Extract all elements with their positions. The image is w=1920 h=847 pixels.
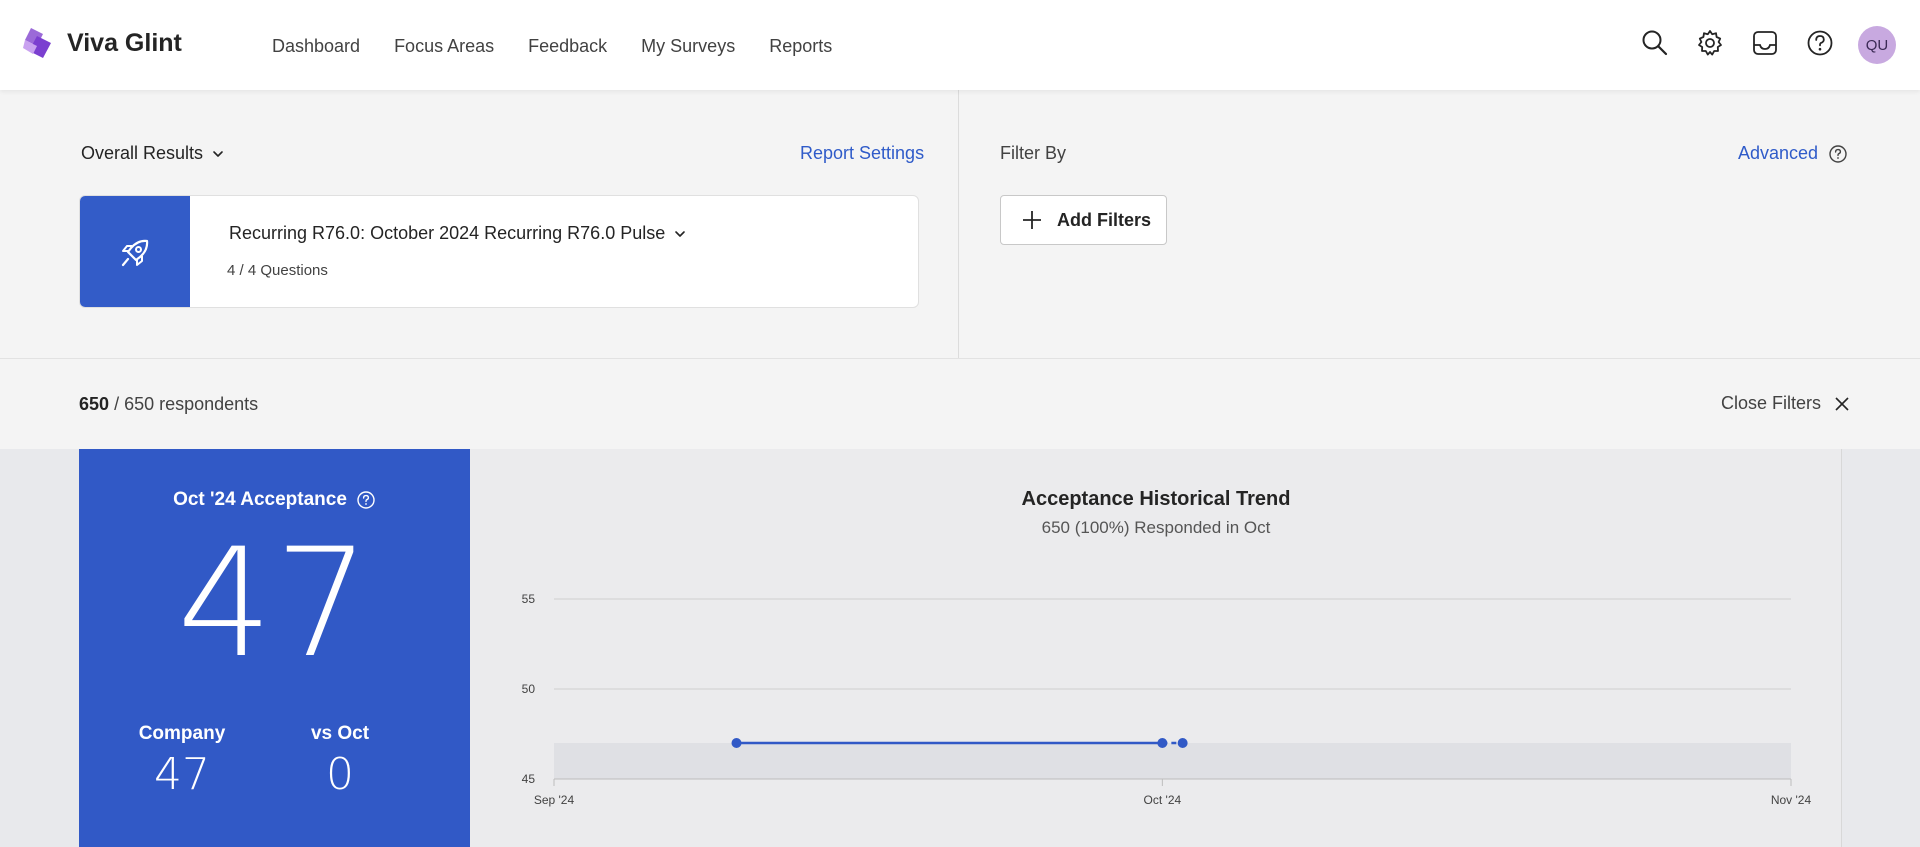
survey-selector-card[interactable]: Recurring R76.0: October 2024 Recurring … [79, 195, 919, 308]
x-tick-label: Sep '24 [534, 793, 575, 807]
nav-my-surveys[interactable]: My Surveys [641, 36, 735, 57]
vs-stat: vs Oct 0 [311, 723, 369, 800]
inbox-icon[interactable] [1750, 28, 1780, 58]
survey-title[interactable]: Recurring R76.0: October 2024 Recurring … [229, 223, 689, 244]
gear-icon[interactable] [1695, 28, 1725, 58]
y-tick-label: 55 [522, 592, 536, 606]
close-filters-button[interactable]: Close Filters [1721, 393, 1851, 414]
overall-results-dropdown[interactable]: Overall Results [81, 143, 227, 164]
score-title: Oct '24 Acceptance [79, 489, 470, 511]
chevron-down-icon [213, 150, 223, 157]
x-tick-label: Oct '24 [1144, 793, 1182, 807]
trend-chart-card: Acceptance Historical Trend 650 (100%) R… [470, 449, 1842, 847]
survey-title-text: Recurring R76.0: October 2024 Recurring … [229, 223, 666, 243]
app-name: Viva Glint [67, 28, 182, 57]
company-value: 47 [153, 749, 210, 800]
respondents-bar: 650 / 650 respondents Close Filters [0, 358, 1920, 449]
viva-glint-logo-icon [23, 28, 51, 58]
chart-band [554, 743, 1791, 779]
data-point [731, 738, 742, 748]
main-nav: Dashboard Focus Areas Feedback My Survey… [272, 36, 866, 57]
top-navigation-bar: Viva Glint Dashboard Focus Areas Feedbac… [0, 0, 1920, 90]
score-card: Oct '24 Acceptance 47 Company 47 vs Oct … [79, 449, 470, 847]
x-tick-label: Nov '24 [1771, 793, 1812, 807]
panel-divider [958, 90, 959, 358]
add-filters-button[interactable]: Add Filters [1000, 195, 1167, 245]
data-point [1157, 738, 1168, 748]
advanced-label: Advanced [1738, 143, 1819, 163]
help-icon[interactable] [1828, 144, 1848, 164]
survey-icon-box [80, 196, 190, 307]
plus-icon [1023, 211, 1041, 229]
vs-label: vs Oct [310, 723, 370, 744]
brand[interactable]: Viva Glint [21, 26, 182, 60]
company-stat: Company 47 [139, 723, 226, 800]
respondents-count: 650 / 650 respondents [79, 394, 258, 415]
chevron-down-icon [675, 230, 686, 237]
rocket-icon [121, 239, 149, 266]
advanced-filters-link[interactable]: Advanced [1738, 143, 1848, 164]
score-value: 47 [177, 517, 372, 691]
nav-dashboard[interactable]: Dashboard [272, 36, 360, 57]
overall-results-label: Overall Results [81, 143, 204, 163]
trend-chart: 45 50 55 Sep '24 Oct '24 Nov '24 [522, 592, 1812, 807]
score-title-text: Oct '24 Acceptance [173, 489, 347, 510]
respondents-total: / 650 respondents [114, 394, 259, 414]
y-tick-label: 45 [522, 772, 536, 786]
company-label: Company [138, 723, 226, 744]
respondents-number: 650 [79, 394, 110, 414]
survey-question-count: 4 / 4 Questions [227, 262, 328, 279]
nav-focus-areas[interactable]: Focus Areas [394, 36, 494, 57]
close-filters-label: Close Filters [1721, 393, 1822, 413]
nav-feedback[interactable]: Feedback [528, 36, 607, 57]
help-icon[interactable] [1805, 28, 1835, 58]
y-tick-label: 50 [522, 682, 536, 696]
report-filter-panel: Overall Results Report Settings Recurrin… [0, 90, 1920, 358]
vs-value: 0 [326, 749, 354, 800]
add-filters-label: Add Filters [1057, 209, 1152, 230]
help-icon[interactable] [356, 490, 376, 510]
data-point [1177, 738, 1188, 748]
avatar[interactable]: QU [1858, 26, 1896, 64]
filter-by-label: Filter By [1000, 143, 1067, 163]
nav-reports[interactable]: Reports [769, 36, 832, 57]
report-settings-link[interactable]: Report Settings [800, 143, 924, 164]
search-icon[interactable] [1640, 28, 1670, 58]
close-icon [1835, 396, 1849, 411]
